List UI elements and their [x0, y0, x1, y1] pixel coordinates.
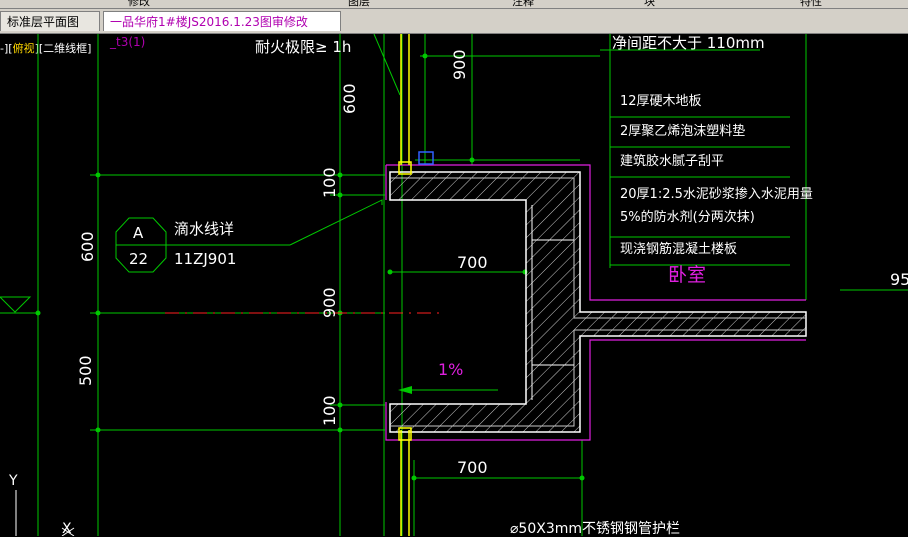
- railing-note: ⌀50X3mm不锈钢钢管护栏: [510, 521, 681, 537]
- drip-line-ref: 11ZJ901: [174, 250, 237, 268]
- menu-modify[interactable]: 修改: [128, 0, 150, 9]
- dim-600-side: 600: [78, 231, 97, 262]
- slope-arrow-icon: [398, 386, 412, 394]
- fire-rating-note: 耐火极限≥ 1h: [255, 38, 352, 56]
- layer-2: 2厚聚乙烯泡沫塑料垫: [620, 124, 746, 139]
- menu-block[interactable]: 块: [644, 0, 655, 9]
- dim-500: 500: [76, 355, 95, 386]
- layer-5: 5%的防水剂(分两次抹): [620, 210, 755, 225]
- slope-label: 1%: [438, 360, 464, 379]
- dim-700-top: 700: [457, 253, 488, 272]
- railing-post: [398, 34, 412, 536]
- dim-100-bottom: 100: [320, 395, 339, 426]
- dim-100-top: 100: [320, 167, 339, 198]
- tab-standard-floor-plan[interactable]: 标准层平面图_t3: [0, 11, 100, 49]
- finish-outline: [385, 164, 806, 441]
- detail-symbol-bottom: 22: [129, 250, 149, 268]
- layer-4: 20厚1:2.5水泥砂浆掺入水泥用量: [620, 187, 813, 202]
- menu-annotate[interactable]: 注释: [512, 0, 534, 9]
- level-marker-icon: [0, 296, 32, 313]
- ucs-axis-x: X: [62, 521, 72, 537]
- menu-properties[interactable]: 特性: [800, 0, 822, 9]
- tab-current-drawing[interactable]: 一品华府1#楼JS2016.1.23图审修改_t3(1): [103, 11, 341, 49]
- layer-1: 12厚硬木地板: [620, 94, 702, 109]
- dim-900-top: 900: [450, 49, 469, 80]
- layer-3: 建筑胶水腻子刮平: [620, 154, 725, 169]
- drawing-canvas[interactable]: [0, 34, 908, 536]
- edge-number: 95: [890, 270, 908, 289]
- dim-600-left: 600: [340, 83, 359, 114]
- spacing-note: 净间距不大于 110mm: [612, 34, 765, 52]
- ucs-axis-y: Y: [9, 473, 18, 489]
- ribbon-panel-strip: 修改 图层 注释 块 特性: [0, 0, 908, 9]
- menu-layer[interactable]: 图层: [348, 0, 370, 9]
- dim-900-mid: 900: [320, 287, 339, 318]
- dim-700-bottom: 700: [457, 458, 488, 477]
- detail-symbol-top: A: [133, 224, 144, 242]
- drip-line-note: 滴水线详: [174, 220, 235, 238]
- anchor-bolt-icon: [418, 151, 434, 165]
- layer-6: 现浇钢筋混凝土楼板: [620, 242, 738, 257]
- room-label: 卧室: [668, 264, 707, 286]
- leader-line: [289, 199, 383, 246]
- file-tab-bar: 标准层平面图_t3 一品华府1#楼JS2016.1.23图审修改_t3(1): [0, 9, 908, 49]
